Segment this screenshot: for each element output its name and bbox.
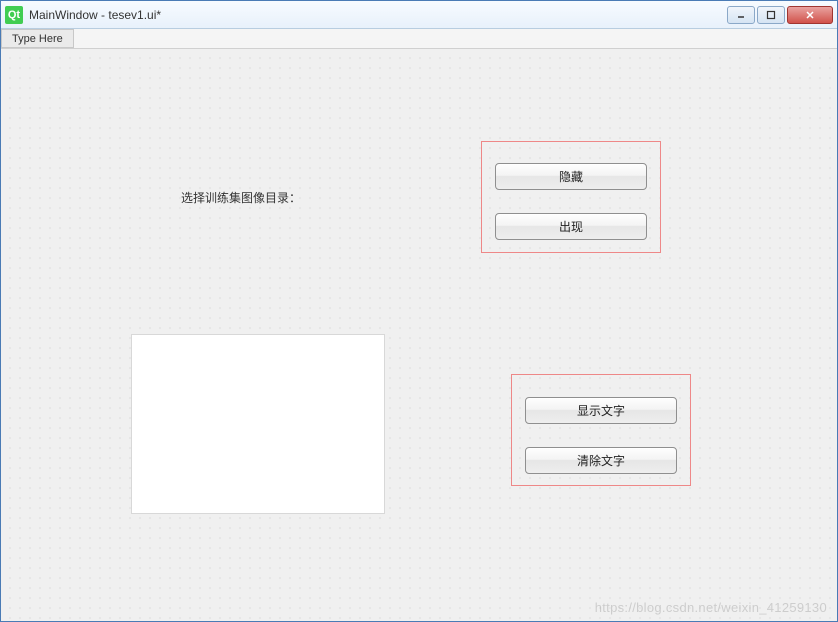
select-directory-label: 选择训练集图像目录： (181, 189, 301, 206)
watermark-text: https://blog.csdn.net/weixin_41259130 (595, 600, 827, 615)
show-text-button[interactable]: 显示文字 (525, 397, 677, 424)
designer-canvas[interactable]: 选择训练集图像目录： 隐藏 出现 显示文字 清除文字 https://blog.… (1, 49, 837, 621)
clear-text-button[interactable]: 清除文字 (525, 447, 677, 474)
main-window: Qt MainWindow - tesev1.ui* Type Here 选择训… (0, 0, 838, 622)
hide-button[interactable]: 隐藏 (495, 163, 647, 190)
qt-icon: Qt (5, 6, 23, 24)
close-button[interactable] (787, 6, 833, 24)
window-controls (727, 6, 833, 24)
titlebar[interactable]: Qt MainWindow - tesev1.ui* (1, 1, 837, 29)
text-display-panel[interactable] (131, 334, 385, 514)
menubar: Type Here (1, 29, 837, 49)
maximize-button[interactable] (757, 6, 785, 24)
appear-button[interactable]: 出现 (495, 213, 647, 240)
menu-type-here[interactable]: Type Here (1, 29, 74, 48)
window-title: MainWindow - tesev1.ui* (29, 8, 721, 22)
minimize-button[interactable] (727, 6, 755, 24)
